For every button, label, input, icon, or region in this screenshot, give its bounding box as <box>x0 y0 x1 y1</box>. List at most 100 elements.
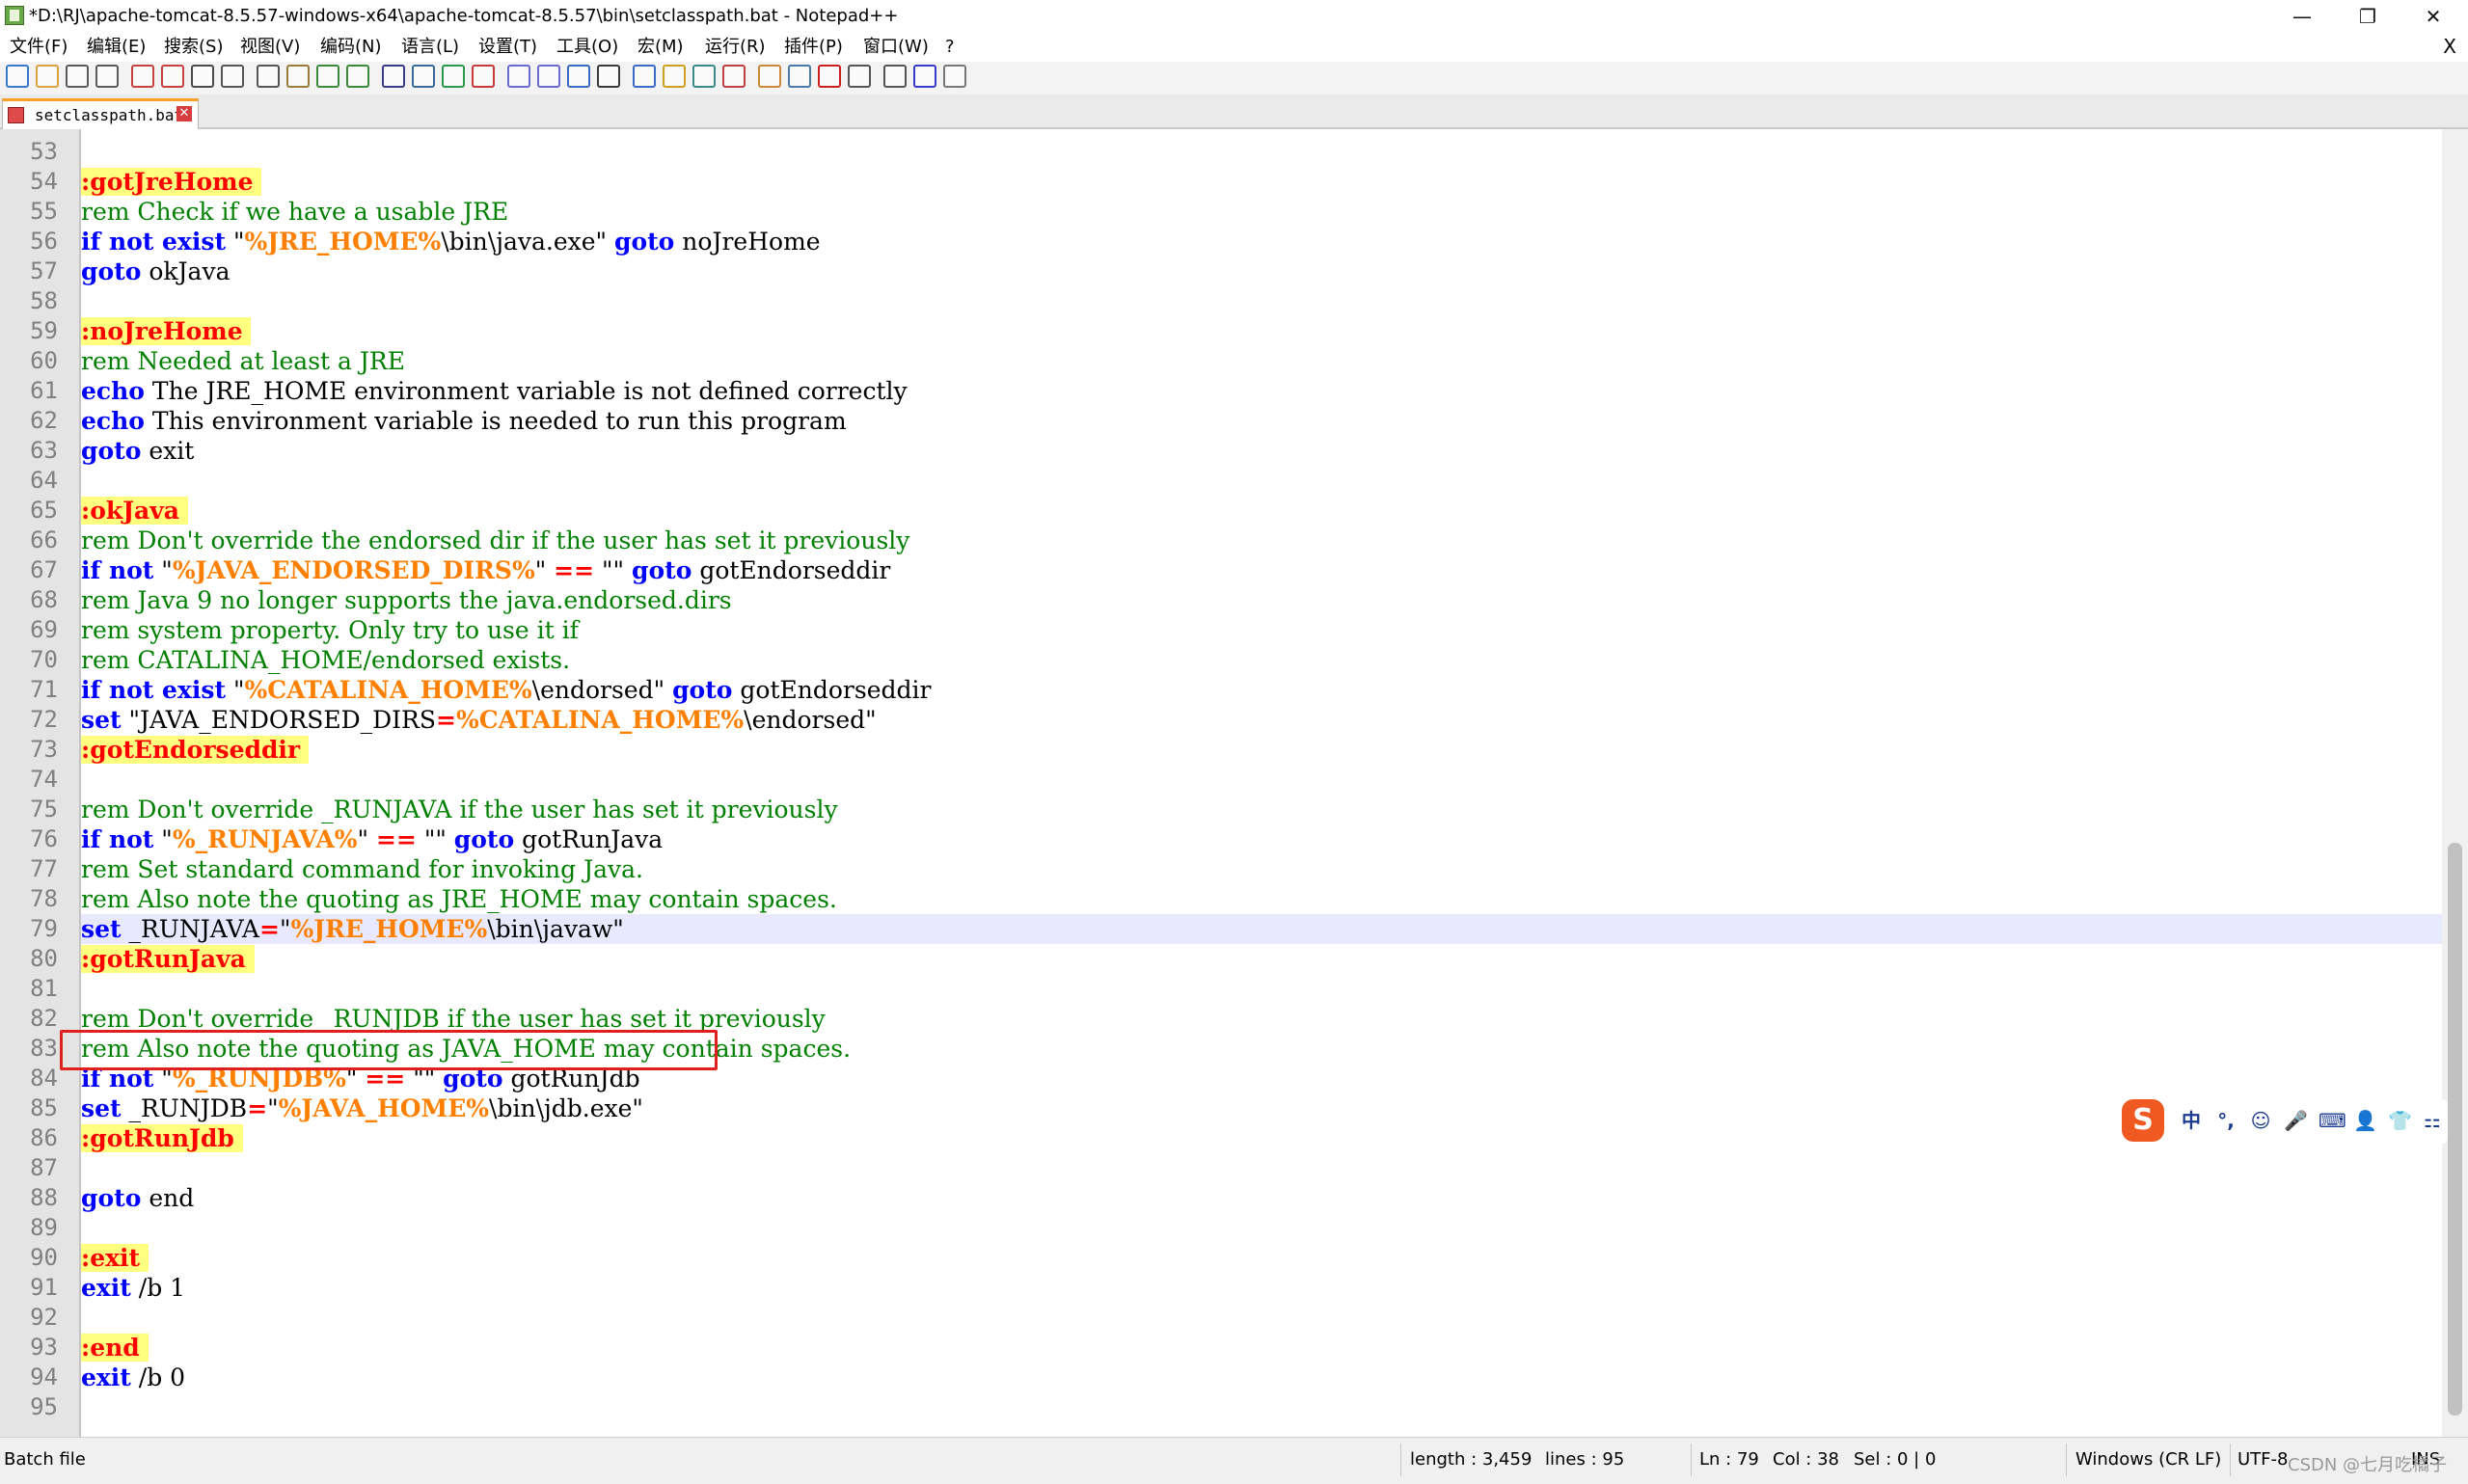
code-line[interactable]: rem Set standard command for invoking Ja… <box>81 854 643 884</box>
code-line[interactable]: exit /b 1 <box>81 1273 185 1303</box>
cut-icon[interactable] <box>221 65 244 88</box>
sync-vertical-icon[interactable] <box>507 65 530 88</box>
open-file-icon[interactable] <box>36 65 59 88</box>
code-line[interactable]: if not "%_RUNJAVA%" == "" goto gotRunJav… <box>81 824 663 854</box>
code-line[interactable]: :end <box>81 1333 149 1363</box>
code-line[interactable]: if not exist "%CATALINA_HOME%\endorsed" … <box>81 675 931 705</box>
function-list-icon[interactable] <box>722 65 746 88</box>
menu-settings[interactable]: 设置(T) <box>478 37 537 58</box>
code-line[interactable]: echo The JRE_HOME environment variable i… <box>81 376 908 406</box>
menu-tools[interactable]: 工具(O) <box>556 37 618 58</box>
menu-help[interactable]: ? <box>945 37 955 58</box>
code-line[interactable]: rem CATALINA_HOME/endorsed exists. <box>81 645 570 675</box>
vertical-scrollbar[interactable] <box>2442 129 2468 1437</box>
tab-setclasspath[interactable]: setclasspath.bat ✕ <box>2 98 199 129</box>
redo-icon[interactable] <box>346 65 369 88</box>
code-line[interactable]: :gotRunJava <box>81 944 255 974</box>
code-line[interactable]: :okJava <box>81 496 188 526</box>
ime-punctuation-icon[interactable]: °, <box>2214 1109 2237 1132</box>
code-line[interactable]: rem Don't override _RUNJAVA if the user … <box>81 795 838 824</box>
minimize-button[interactable]: — <box>2268 0 2336 33</box>
ime-toolbox-icon[interactable]: ⚏ <box>2421 1109 2444 1132</box>
code-line[interactable]: if not "%JAVA_ENDORSED_DIRS%" == "" goto… <box>81 555 890 585</box>
code-token: _RUNJDB <box>121 1094 248 1122</box>
sync-horizontal-icon[interactable] <box>537 65 560 88</box>
ime-keyboard-icon[interactable]: ⌨ <box>2319 1109 2346 1132</box>
code-line[interactable]: :gotRunJdb <box>81 1123 243 1153</box>
record-macro-icon[interactable] <box>818 65 841 88</box>
menu-macro[interactable]: 宏(M) <box>637 37 684 58</box>
code-line[interactable]: rem Check if we have a usable JRE <box>81 197 508 227</box>
code-line[interactable]: :gotEndorseddir <box>81 735 309 765</box>
tab-close-icon[interactable]: ✕ <box>176 106 192 121</box>
code-line[interactable]: goto okJava <box>81 256 231 286</box>
code-line[interactable]: rem system property. Only try to use it … <box>81 615 579 645</box>
zoom-in-icon[interactable] <box>442 65 465 88</box>
line-number: 78 <box>30 885 58 912</box>
save-macro-icon[interactable] <box>943 65 966 88</box>
code-line[interactable]: :exit <box>81 1243 149 1273</box>
menu-file[interactable]: 文件(F) <box>10 37 68 58</box>
code-line[interactable]: rem Don't override the endorsed dir if t… <box>81 526 909 555</box>
menu-run[interactable]: 运行(R) <box>705 37 766 58</box>
indent-guide-icon[interactable] <box>633 65 656 88</box>
code-line[interactable]: :gotJreHome <box>81 167 262 197</box>
code-line[interactable]: exit /b 0 <box>81 1363 185 1392</box>
code-line[interactable]: set _RUNJDB="%JAVA_HOME%\bin\jdb.exe" <box>81 1093 643 1123</box>
find-icon[interactable] <box>382 65 405 88</box>
code-token: :noJreHome <box>81 317 252 345</box>
close-icon[interactable] <box>131 65 154 88</box>
scrollbar-thumb[interactable] <box>2448 843 2462 1416</box>
menu-view[interactable]: 视图(V) <box>240 37 300 58</box>
code-line[interactable]: echo This environment variable is needed… <box>81 406 847 436</box>
language-udf-icon[interactable] <box>663 65 686 88</box>
code-line[interactable]: rem Needed at least a JRE <box>81 346 405 376</box>
word-wrap-icon[interactable] <box>567 65 590 88</box>
code-token: set <box>81 1094 122 1122</box>
playback-macro-icon[interactable] <box>883 65 907 88</box>
print-icon[interactable] <box>191 65 214 88</box>
new-file-icon[interactable] <box>6 65 29 88</box>
code-line[interactable]: set "JAVA_ENDORSED_DIRS=%CATALINA_HOME%\… <box>81 705 877 735</box>
undo-icon[interactable] <box>316 65 339 88</box>
menu-window[interactable]: 窗口(W) <box>863 37 929 58</box>
copy-icon[interactable] <box>257 65 280 88</box>
doc-map-icon[interactable] <box>692 65 716 88</box>
code-line[interactable]: :noJreHome <box>81 316 252 346</box>
save-all-icon[interactable] <box>95 65 119 88</box>
ime-skin-icon[interactable]: 👕 <box>2388 1109 2412 1132</box>
ime-toolbar[interactable]: S 中 °, ☺ 🎤 ⌨ 👤 👕 ⚏ <box>2122 1099 2448 1144</box>
sogou-ime-logo[interactable]: S <box>2122 1099 2164 1142</box>
paste-icon[interactable] <box>286 65 310 88</box>
close-window-button[interactable]: ✕ <box>2400 0 2467 33</box>
show-all-chars-icon[interactable] <box>597 65 620 88</box>
menu-edit[interactable]: 编辑(E) <box>87 37 146 58</box>
code-line[interactable]: goto exit <box>81 436 194 466</box>
monitoring-icon[interactable] <box>788 65 811 88</box>
code-line[interactable]: rem Java 9 no longer supports the java.e… <box>81 585 732 615</box>
folder-as-workspace-icon[interactable] <box>758 65 781 88</box>
code-editor[interactable]: 53 54:gotJreHome 55 rem Check if we have a… <box>0 129 2442 1437</box>
save-icon[interactable] <box>66 65 89 88</box>
line-number: 61 <box>30 377 58 404</box>
notepadpp-app-icon[interactable] <box>5 6 24 25</box>
code-line[interactable]: set _RUNJAVA="%JRE_HOME%\bin\javaw" <box>81 914 624 944</box>
code-line[interactable]: rem Also note the quoting as JRE_HOME ma… <box>81 884 837 914</box>
replace-icon[interactable] <box>412 65 435 88</box>
close-all-icon[interactable] <box>161 65 184 88</box>
ime-chinese-mode-icon[interactable]: 中 <box>2180 1109 2203 1132</box>
stop-recording-icon[interactable] <box>848 65 871 88</box>
menu-plugins[interactable]: 插件(P) <box>784 37 843 58</box>
run-macro-multiple-icon[interactable] <box>913 65 936 88</box>
ime-account-icon[interactable]: 👤 <box>2353 1109 2377 1132</box>
code-line[interactable]: goto end <box>81 1183 194 1213</box>
ime-voice-icon[interactable]: 🎤 <box>2284 1109 2308 1132</box>
close-document-button[interactable]: X <box>2443 35 2456 58</box>
maximize-button[interactable]: ❐ <box>2334 0 2401 33</box>
menu-search[interactable]: 搜索(S) <box>164 37 223 58</box>
menu-encoding[interactable]: 编码(N) <box>320 37 382 58</box>
code-line[interactable]: if not exist "%JRE_HOME%\bin\java.exe" g… <box>81 227 821 256</box>
zoom-out-icon[interactable] <box>472 65 495 88</box>
ime-emoji-icon[interactable]: ☺ <box>2249 1109 2272 1132</box>
menu-language[interactable]: 语言(L) <box>401 37 459 58</box>
